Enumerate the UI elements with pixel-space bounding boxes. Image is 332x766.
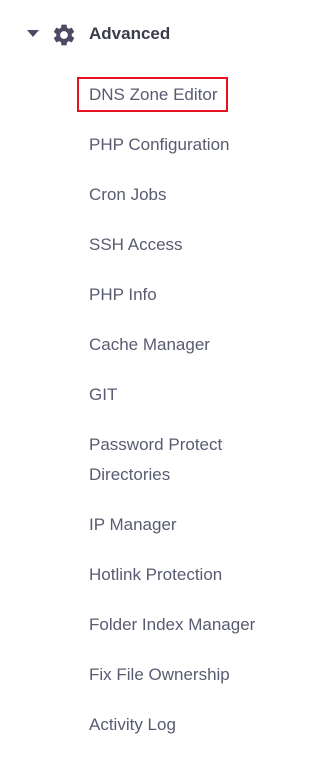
menu-item-dns-zone-editor[interactable]: DNS Zone Editor — [89, 80, 218, 110]
menu-item-php-info[interactable]: PHP Info — [89, 280, 157, 310]
menu-item-hotlink-protection[interactable]: Hotlink Protection — [89, 560, 222, 590]
menu-item-ip-manager[interactable]: IP Manager — [89, 510, 177, 540]
menu-item-git[interactable]: GIT — [89, 380, 117, 410]
gear-icon — [53, 24, 75, 46]
menu-item-cache-manager[interactable]: Cache Manager — [89, 330, 210, 360]
caret-down-icon — [27, 30, 39, 37]
menu-item-folder-index-manager[interactable]: Folder Index Manager — [89, 610, 255, 640]
menu-item-ssh-access[interactable]: SSH Access — [89, 230, 183, 260]
menu-item-php-configuration[interactable]: PHP Configuration — [89, 130, 230, 160]
menu-item-cron-jobs[interactable]: Cron Jobs — [89, 180, 166, 210]
menu-item-fix-file-ownership[interactable]: Fix File Ownership — [89, 660, 230, 690]
menu-item-password-protect-directories[interactable]: Password Protect Directories — [89, 430, 259, 490]
menu-item-activity-log[interactable]: Activity Log — [89, 710, 176, 740]
section-title: Advanced — [89, 24, 171, 43]
advanced-section-header[interactable]: Advanced — [0, 0, 332, 68]
